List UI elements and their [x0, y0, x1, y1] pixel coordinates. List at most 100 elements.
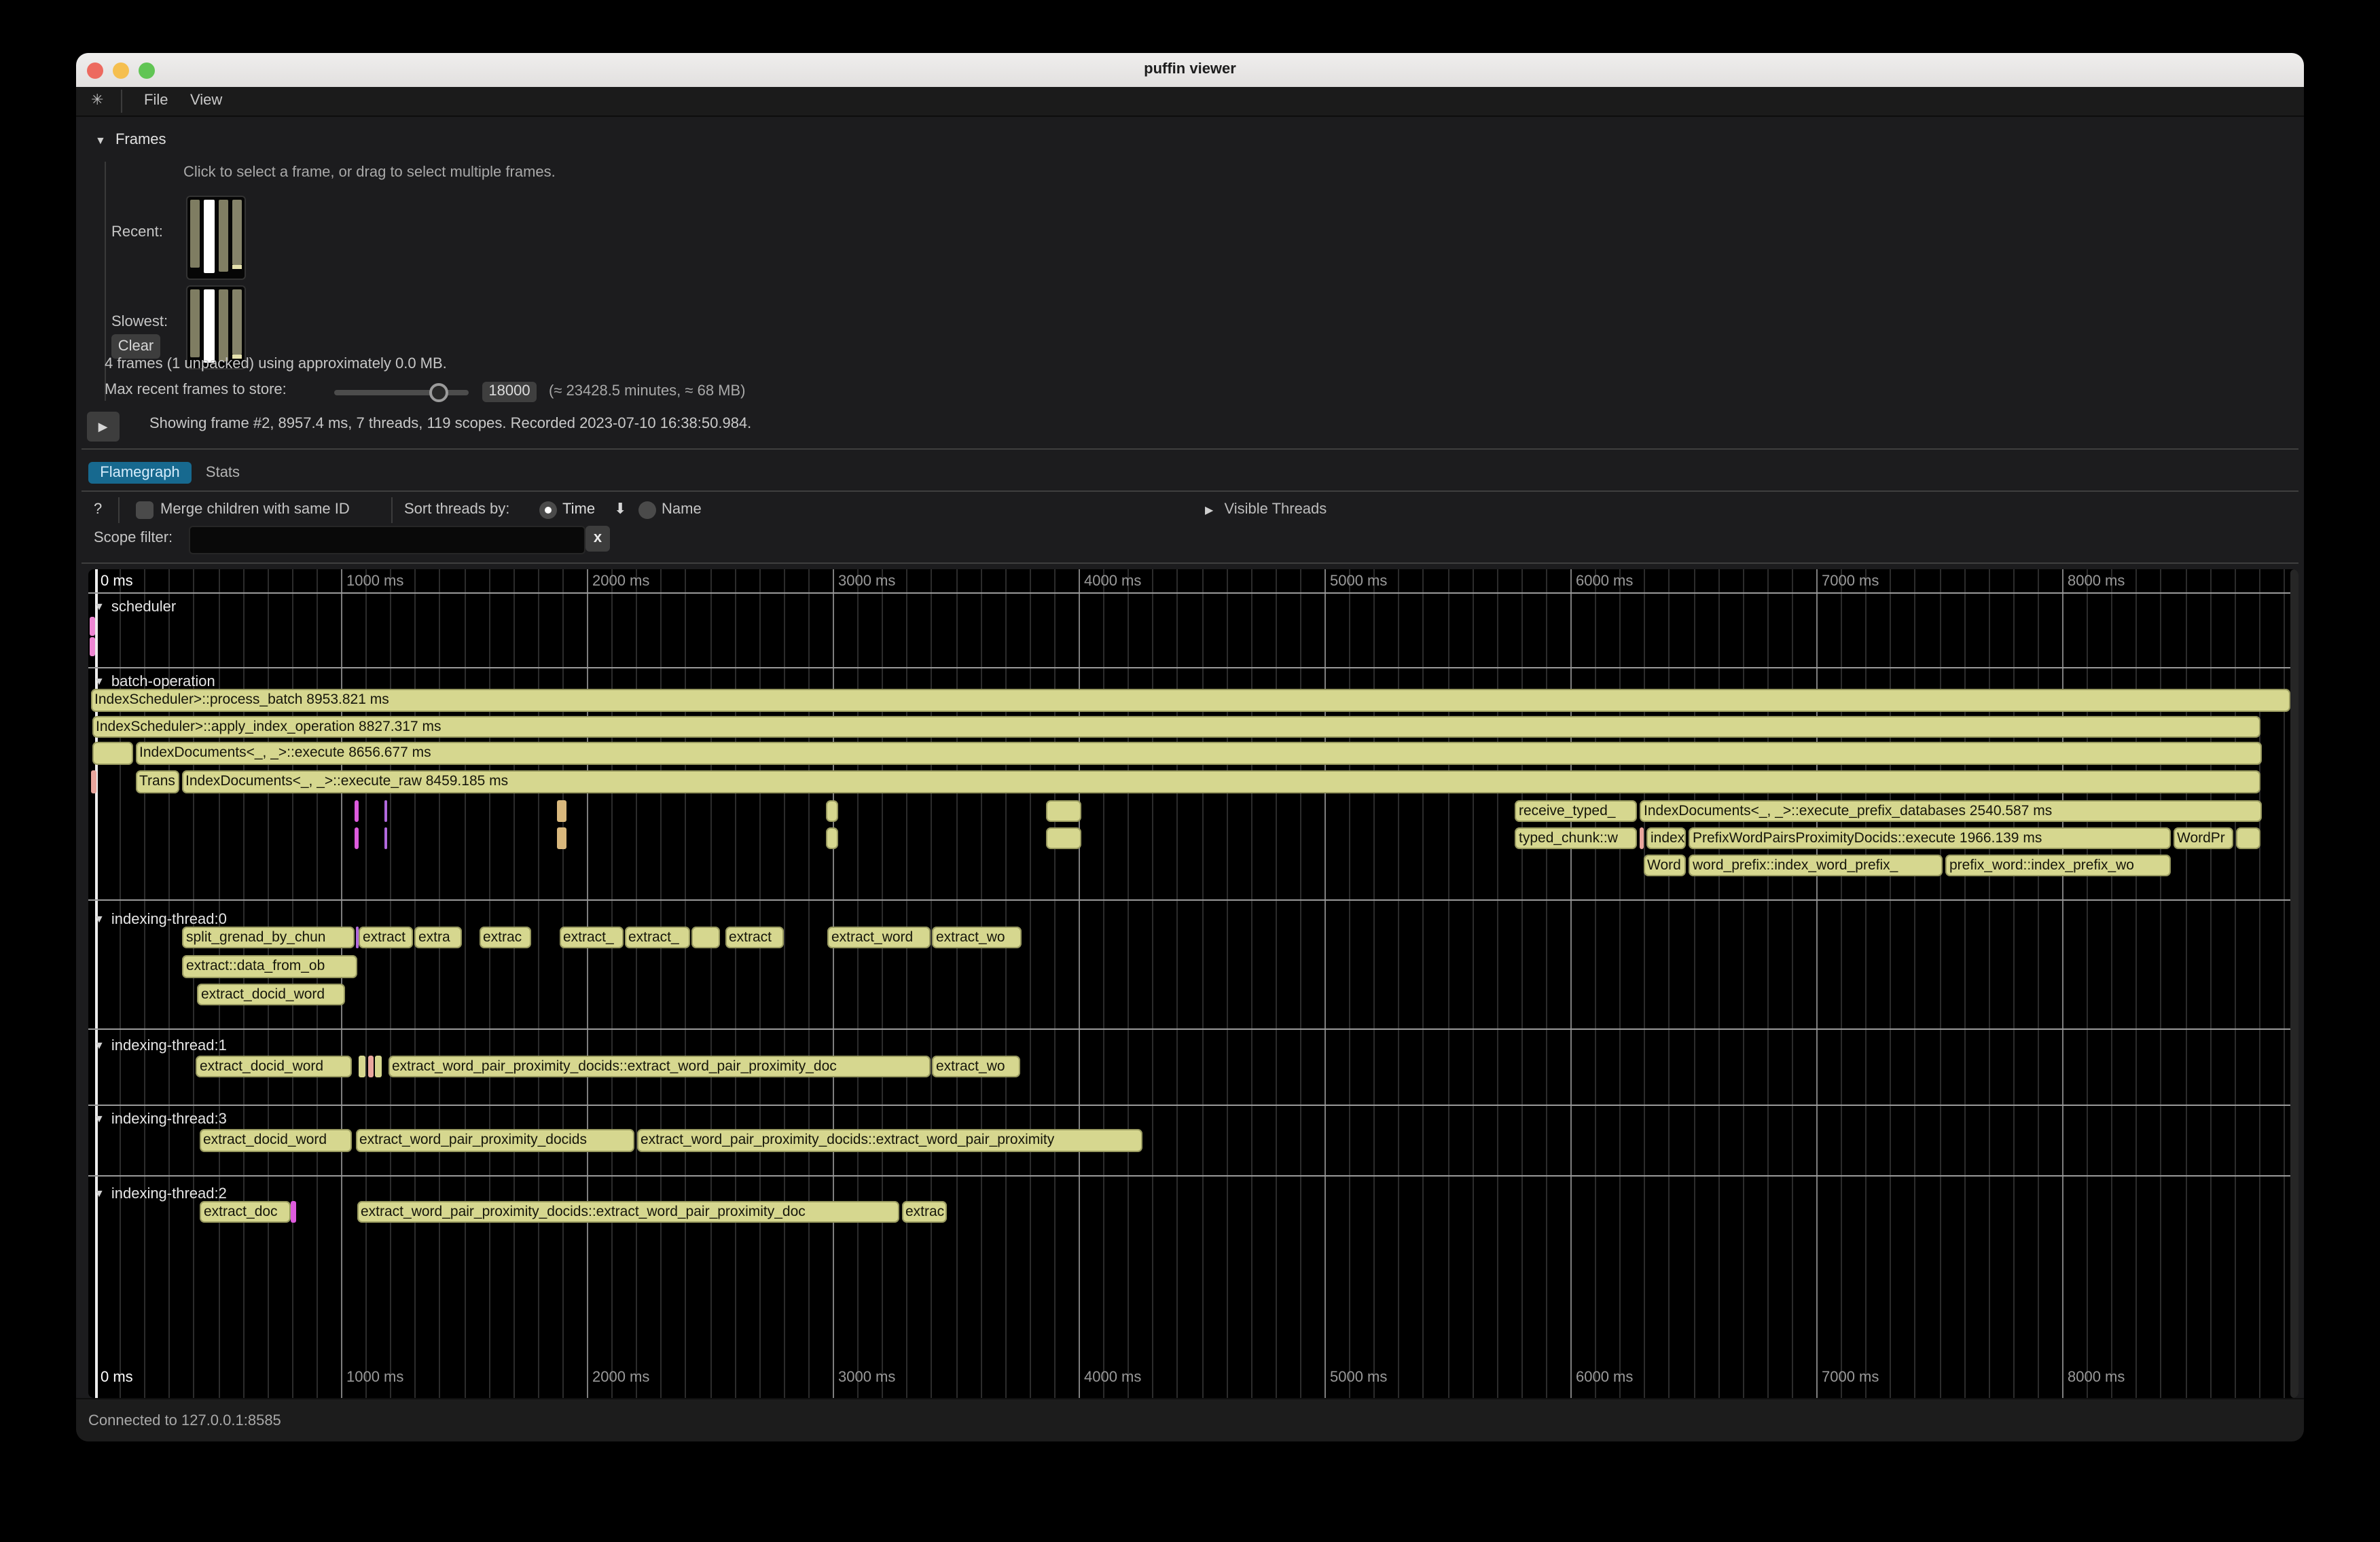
scope-bar[interactable]: [384, 827, 386, 849]
scope-bar[interactable]: Word: [1643, 854, 1686, 876]
thread-collapse-icon[interactable]: ▼: [94, 1039, 105, 1052]
max-frames-slider-knob[interactable]: [429, 382, 448, 401]
scope-bar[interactable]: extract_word_pair_proximity_docids::extr…: [388, 1055, 931, 1077]
max-frames-value[interactable]: 18000: [482, 382, 537, 402]
scope-bar[interactable]: IndexDocuments<_, _>::execute_prefix_dat…: [1640, 800, 2262, 822]
frame-thumbnail-bar[interactable]: [218, 200, 228, 272]
visible-threads-collapse-icon[interactable]: ▶: [1205, 504, 1213, 516]
menu-view[interactable]: View: [190, 92, 222, 110]
sort-by-name-label[interactable]: Name: [662, 501, 702, 519]
scope-bar[interactable]: split_grenad_by_chun: [182, 926, 355, 948]
thread-header-scheduler[interactable]: ▼scheduler: [94, 598, 176, 617]
scope-bar[interactable]: extract_wo: [932, 926, 1022, 948]
recent-frames-thumbnail[interactable]: [186, 196, 246, 280]
scope-bar[interactable]: [375, 1055, 382, 1077]
scope-bar[interactable]: extra: [414, 926, 462, 948]
play-button[interactable]: ▶: [87, 411, 119, 442]
scope-filter-clear-button[interactable]: x: [585, 526, 610, 552]
scope-bar[interactable]: IndexScheduler>::apply_index_operation 8…: [92, 715, 2260, 738]
scope-bar[interactable]: IndexDocuments<_, _>::execute_raw 8459.1…: [181, 770, 2260, 793]
thread-header-indexing-thread-3[interactable]: ▼indexing-thread:3: [94, 1110, 227, 1129]
scope-bar[interactable]: word_prefix::index_word_prefix_: [1689, 854, 1943, 876]
frame-thumbnail-bar[interactable]: [204, 200, 215, 273]
scope-bar[interactable]: [92, 742, 132, 764]
scope-bar[interactable]: extract: [725, 926, 783, 948]
scope-bar[interactable]: extract_docid_word: [199, 1129, 352, 1151]
scope-bar[interactable]: PrefixWordPairsProximityDocids::execute …: [1689, 827, 2170, 849]
scope-bar[interactable]: [2236, 827, 2260, 849]
scope-bar[interactable]: [291, 1200, 296, 1223]
scope-bar[interactable]: Trans: [135, 770, 179, 793]
scope-bar[interactable]: [825, 800, 838, 822]
frame-thumbnail-bar[interactable]: [190, 289, 200, 357]
scope-bar[interactable]: [354, 800, 358, 822]
clear-button[interactable]: Clear: [111, 334, 160, 359]
tab-stats[interactable]: Stats: [198, 462, 247, 484]
scope-bar[interactable]: [90, 616, 94, 635]
scope-bar[interactable]: extract_docid_word: [196, 1055, 351, 1077]
thread-collapse-icon[interactable]: ▼: [94, 600, 105, 613]
thread-header-batch-operation[interactable]: ▼batch-operation: [94, 672, 215, 691]
scope-bar[interactable]: extract::data_from_ob: [182, 955, 357, 978]
scope-bar[interactable]: extract_docid_word: [197, 983, 345, 1005]
scope-bar[interactable]: [90, 770, 96, 793]
scope-bar[interactable]: [1640, 827, 1644, 849]
merge-children-label[interactable]: Merge children with same ID: [160, 501, 350, 519]
titlebar[interactable]: puffin viewer: [76, 53, 2304, 88]
scope-bar[interactable]: index: [1646, 827, 1686, 849]
theme-toggle-sun-icon[interactable]: ✳: [91, 92, 103, 110]
sort-direction-down-icon[interactable]: ⬇: [614, 501, 626, 519]
frames-collapse-icon[interactable]: ▼: [95, 135, 106, 147]
frame-thumbnail-bar[interactable]: [232, 289, 242, 355]
scope-bar[interactable]: IndexDocuments<_, _>::execute 8656.677 m…: [135, 742, 2262, 764]
scope-bar[interactable]: extract_: [559, 926, 623, 948]
scope-bar[interactable]: extract_doc: [200, 1200, 291, 1223]
thread-header-indexing-thread-2[interactable]: ▼indexing-thread:2: [94, 1184, 227, 1203]
help-button[interactable]: ?: [94, 501, 102, 519]
scope-bar[interactable]: WordPr: [2173, 827, 2233, 849]
frame-thumbnail-bar[interactable]: [204, 289, 215, 363]
scope-bar[interactable]: [1046, 827, 1081, 849]
scope-bar[interactable]: IndexScheduler>::process_batch 8953.821 …: [90, 689, 2290, 711]
scope-bar[interactable]: [557, 800, 566, 822]
vertical-scrollbar[interactable]: [2290, 569, 2298, 1398]
scope-bar[interactable]: extrac: [479, 926, 530, 948]
visible-threads-label[interactable]: Visible Threads: [1224, 501, 1327, 518]
scope-bar[interactable]: extract_: [624, 926, 689, 948]
thread-header-indexing-thread-0[interactable]: ▼indexing-thread:0: [94, 910, 227, 929]
frames-header[interactable]: Frames: [115, 132, 166, 148]
scope-bar[interactable]: extract_wo: [932, 1055, 1020, 1077]
scope-bar[interactable]: [355, 926, 358, 948]
thread-collapse-icon[interactable]: ▼: [94, 1113, 105, 1125]
thread-header-indexing-thread-1[interactable]: ▼indexing-thread:1: [94, 1037, 227, 1056]
flamegraph-canvas[interactable]: 0 ms0 ms1000 ms1000 ms2000 ms2000 ms3000…: [88, 569, 2298, 1398]
scope-bar[interactable]: [90, 637, 94, 656]
merge-children-checkbox[interactable]: [135, 501, 153, 519]
sort-by-time-radio[interactable]: [539, 501, 557, 519]
thread-collapse-icon[interactable]: ▼: [94, 912, 105, 925]
menu-file[interactable]: File: [144, 92, 168, 110]
scope-bar[interactable]: [691, 926, 720, 948]
sort-by-time-label[interactable]: Time: [562, 501, 595, 519]
sort-by-name-radio[interactable]: [638, 501, 656, 519]
frame-thumbnail-bar[interactable]: [190, 200, 200, 268]
scope-bar[interactable]: [1046, 800, 1081, 822]
scope-bar[interactable]: extract_word: [827, 926, 931, 948]
scope-bar[interactable]: extract: [359, 926, 413, 948]
scope-bar[interactable]: extract_word_pair_proximity_docids::extr…: [357, 1200, 899, 1223]
scope-bar[interactable]: [825, 827, 838, 849]
frame-thumbnail-bar[interactable]: [232, 200, 242, 265]
scope-bar[interactable]: extrac: [901, 1200, 946, 1223]
tab-flamegraph[interactable]: Flamegraph: [88, 462, 192, 484]
scope-bar[interactable]: [354, 827, 358, 849]
max-frames-slider-track[interactable]: [334, 389, 469, 395]
scope-bar[interactable]: typed_chunk::w: [1515, 827, 1637, 849]
scope-bar[interactable]: extract_word_pair_proximity_docids::extr…: [636, 1129, 1142, 1151]
scope-bar[interactable]: [384, 800, 386, 822]
scope-bar[interactable]: [557, 827, 566, 849]
scope-bar[interactable]: [367, 1055, 373, 1077]
scope-bar[interactable]: prefix_word::index_prefix_wo: [1945, 854, 2170, 876]
scope-filter-input[interactable]: [189, 526, 585, 554]
thread-collapse-icon[interactable]: ▼: [94, 1187, 105, 1199]
thread-collapse-icon[interactable]: ▼: [94, 675, 105, 687]
